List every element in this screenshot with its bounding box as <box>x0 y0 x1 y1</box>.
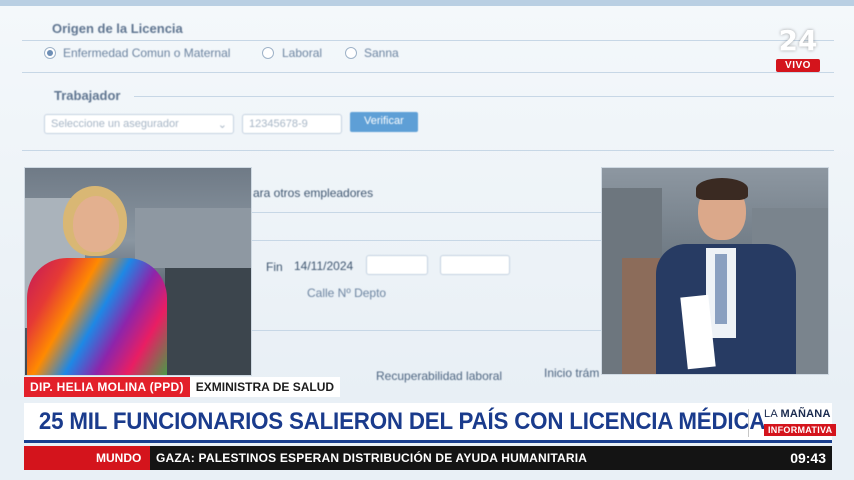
recovery-label: Recuperabilidad laboral <box>376 369 503 383</box>
fin-label: Fin <box>266 260 283 274</box>
chevron-down-icon: ⌄ <box>217 119 227 131</box>
divider <box>134 96 834 97</box>
divider <box>252 240 602 241</box>
radio-label-enfermedad: Enfermedad Comun o Maternal <box>63 46 231 60</box>
background-building <box>165 268 251 375</box>
divider <box>22 150 834 151</box>
host-tie <box>715 254 727 324</box>
news-ticker: MUNDO GAZA: PALESTINOS ESPERAN DISTRIBUC… <box>24 446 832 470</box>
divider <box>22 72 834 73</box>
host-hair <box>696 178 748 200</box>
radio-label-sanna: Sanna <box>364 46 399 60</box>
radio-laboral <box>262 47 274 59</box>
fin-date: 14/11/2024 <box>294 259 354 273</box>
divider <box>252 330 602 331</box>
ticker-clock: 09:43 <box>790 450 826 466</box>
guest-name: DIP. HELIA MOLINA (PPD) <box>24 377 190 397</box>
headline-divider <box>748 409 749 437</box>
verify-button: Verificar <box>350 112 418 132</box>
radio-label-laboral: Laboral <box>282 46 323 60</box>
insurer-select-text: Seleccione un asegurador <box>51 118 179 130</box>
divider <box>22 40 834 41</box>
address-labels: Calle Nº Depto <box>307 286 387 300</box>
program-name-main: MAÑANA <box>780 408 831 420</box>
channel-logo: 24 VIVO <box>776 26 820 72</box>
program-name: LA MAÑANA <box>764 408 842 420</box>
headline-text: 25 MIL FUNCIONARIOS SALIERON DEL PAÍS CO… <box>38 407 766 435</box>
divider <box>252 212 602 213</box>
live-badge: VIVO <box>776 59 820 72</box>
blurred-select <box>366 255 428 275</box>
guest-role: EXMINISTRA DE SALUD <box>189 377 341 397</box>
rut-input: 12345678-9 <box>242 114 342 134</box>
blurred-select <box>440 255 510 275</box>
insurer-select: Seleccione un asegurador ⌄ <box>44 114 234 134</box>
origin-section-title: Origen de la Licencia <box>52 21 183 36</box>
program-tag: INFORMATIVA <box>764 424 837 436</box>
channel-number: 24 <box>778 24 818 57</box>
start-procedure-label: Inicio trám <box>544 366 600 380</box>
host-video <box>601 167 829 375</box>
program-name-prefix: LA <box>764 408 778 420</box>
ticker-section: MUNDO <box>24 446 150 470</box>
radio-sanna <box>345 47 357 59</box>
guest-patterned-blouse <box>27 258 167 375</box>
worker-section-title: Trabajador <box>54 88 121 103</box>
guest-face <box>73 196 119 252</box>
top-rule <box>0 0 854 6</box>
background-building <box>135 208 251 268</box>
program-brand: LA MAÑANA INFORMATIVA <box>764 408 842 438</box>
guest-video <box>24 167 252 376</box>
ticker-news: GAZA: PALESTINOS ESPERAN DISTRIBUCIÓN DE… <box>156 451 588 465</box>
radio-enfermedad <box>44 47 56 59</box>
other-employers-text: ara otros empleadores <box>253 186 374 200</box>
headline-bar: 25 MIL FUNCIONARIOS SALIERON DEL PAÍS CO… <box>24 403 837 443</box>
guest-lower-third: DIP. HELIA MOLINA (PPD) EXMINISTRA DE SA… <box>24 377 341 397</box>
